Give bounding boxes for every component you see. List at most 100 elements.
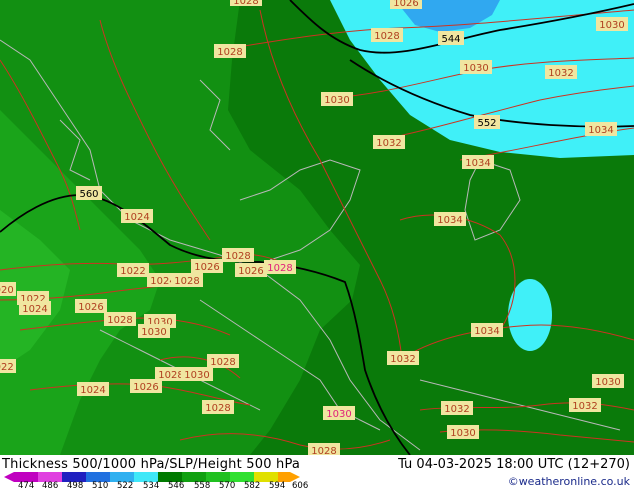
label-1030-tr: 1030 xyxy=(596,17,628,31)
svg-text:1028: 1028 xyxy=(225,251,250,262)
legend-arrow-left xyxy=(4,472,14,482)
label-1034-a: 1034 xyxy=(585,122,617,136)
label-1026-c: 1026 xyxy=(75,299,107,313)
svg-text:560: 560 xyxy=(79,189,98,200)
svg-text:1032: 1032 xyxy=(548,68,573,79)
svg-text:1028: 1028 xyxy=(267,263,292,274)
label-1030-i: 1030 xyxy=(447,425,479,439)
legend-tick: 546 xyxy=(168,481,185,491)
map-title: Thickness 500/1000 hPa/SLP/Height 500 hP… xyxy=(2,457,301,472)
svg-text:1032: 1032 xyxy=(572,401,597,412)
svg-text:544: 544 xyxy=(441,34,460,45)
svg-text:1030: 1030 xyxy=(141,327,166,338)
legend-tick-labels: 474 486 498 510 522 534 546 558 570 582 … xyxy=(0,482,320,492)
svg-text:1030: 1030 xyxy=(184,370,209,381)
label-1032-b: 1032 xyxy=(373,135,405,149)
credit-link[interactable]: ©weatheronline.co.uk xyxy=(508,475,630,488)
legend-tick: 594 xyxy=(269,481,286,491)
svg-text:1034: 1034 xyxy=(588,125,613,136)
svg-text:1028: 1028 xyxy=(107,315,132,326)
label-1028-e: 1028 xyxy=(171,273,203,287)
label-560: 560 xyxy=(76,186,102,200)
label-1028-k: 1028 xyxy=(230,0,262,7)
label-1022-a: 1022 xyxy=(117,263,149,277)
svg-text:1030: 1030 xyxy=(324,95,349,106)
label-1034-d: 1034 xyxy=(471,323,503,337)
valid-time: Tu 04-03-2025 18:00 UTC (12+270) xyxy=(398,457,630,472)
label-1028-c: 1028 xyxy=(222,248,254,262)
label-1032-c: 1032 xyxy=(387,351,419,365)
label-1032-e: 1032 xyxy=(441,401,473,415)
map-stage: 1026 1030 1028 544 1028 1030 1032 1030 5… xyxy=(0,0,634,490)
label-1024-a: 1024 xyxy=(121,209,153,223)
svg-text:1032: 1032 xyxy=(376,138,401,149)
svg-text:1030: 1030 xyxy=(595,377,620,388)
svg-text:1028: 1028 xyxy=(210,357,235,368)
weather-map: 1026 1030 1028 544 1028 1030 1032 1030 5… xyxy=(0,0,634,455)
label-1028-f: 1028 xyxy=(104,312,136,326)
label-1026-d: 1026 xyxy=(130,379,162,393)
label-552: 552 xyxy=(474,115,500,129)
label-1028-b: 1028 xyxy=(214,44,246,58)
svg-text:1024: 1024 xyxy=(80,385,105,396)
svg-text:1034: 1034 xyxy=(474,326,499,337)
svg-text:1028: 1028 xyxy=(174,276,199,287)
legend-tick: 570 xyxy=(219,481,236,491)
label-1030-h: 1030 xyxy=(323,406,355,420)
legend-tick: 474 xyxy=(18,481,35,491)
label-1032-d: 1032 xyxy=(569,398,601,412)
label-1034-b: 1034 xyxy=(462,155,494,169)
svg-text:1028: 1028 xyxy=(311,446,336,455)
svg-text:1030: 1030 xyxy=(326,409,351,420)
svg-text:1026: 1026 xyxy=(78,302,103,313)
legend-tick: 498 xyxy=(67,481,84,491)
label-1030-c: 1030 xyxy=(321,92,353,106)
legend-tick: 606 xyxy=(292,481,309,491)
legend-tick: 510 xyxy=(92,481,109,491)
label-1028-a: 1028 xyxy=(371,28,403,42)
legend-tick: 582 xyxy=(244,481,261,491)
label-1020: 1020 xyxy=(0,282,16,296)
label-544: 544 xyxy=(438,31,464,45)
legend-tick: 522 xyxy=(117,481,134,491)
legend-tick: 534 xyxy=(143,481,160,491)
label-1030-f: 1030 xyxy=(181,367,213,381)
svg-text:1028: 1028 xyxy=(205,403,230,414)
label-1030-e: 1030 xyxy=(138,324,170,338)
svg-text:1022: 1022 xyxy=(0,362,14,373)
svg-text:1024: 1024 xyxy=(124,212,149,223)
svg-text:1028: 1028 xyxy=(217,47,242,58)
svg-text:1034: 1034 xyxy=(465,158,490,169)
label-1028-j: 1028 xyxy=(308,443,340,455)
svg-text:1026: 1026 xyxy=(238,266,263,277)
svg-text:1028: 1028 xyxy=(158,370,183,381)
svg-text:1032: 1032 xyxy=(444,404,469,415)
label-1028-h: 1028 xyxy=(207,354,239,368)
label-1028-d: 1028 xyxy=(264,260,296,274)
label-1022-c: 1022 xyxy=(0,359,16,373)
svg-text:1026: 1026 xyxy=(393,0,418,9)
label-1030-g: 1030 xyxy=(592,374,624,388)
label-1034-c: 1034 xyxy=(434,212,466,226)
svg-text:1022: 1022 xyxy=(120,266,145,277)
label-1024-c: 1024 xyxy=(19,301,51,315)
svg-text:1028: 1028 xyxy=(233,0,258,7)
label-1032-a: 1032 xyxy=(545,65,577,79)
legend-tick: 486 xyxy=(42,481,59,491)
svg-text:1020: 1020 xyxy=(0,285,14,296)
svg-text:1030: 1030 xyxy=(463,63,488,74)
svg-text:1028: 1028 xyxy=(374,31,399,42)
svg-text:1030: 1030 xyxy=(450,428,475,439)
label-1026-b: 1026 xyxy=(235,263,267,277)
svg-text:1024: 1024 xyxy=(22,304,47,315)
svg-text:1026: 1026 xyxy=(133,382,158,393)
label-1026-top: 1026 xyxy=(390,0,422,9)
label-1026-a: 1026 xyxy=(191,259,223,273)
legend-tick: 558 xyxy=(194,481,211,491)
svg-text:552: 552 xyxy=(477,118,496,129)
svg-text:1032: 1032 xyxy=(390,354,415,365)
svg-text:1034: 1034 xyxy=(437,215,462,226)
label-1028-i: 1028 xyxy=(202,400,234,414)
label-1024-d: 1024 xyxy=(77,382,109,396)
svg-text:1030: 1030 xyxy=(599,20,624,31)
